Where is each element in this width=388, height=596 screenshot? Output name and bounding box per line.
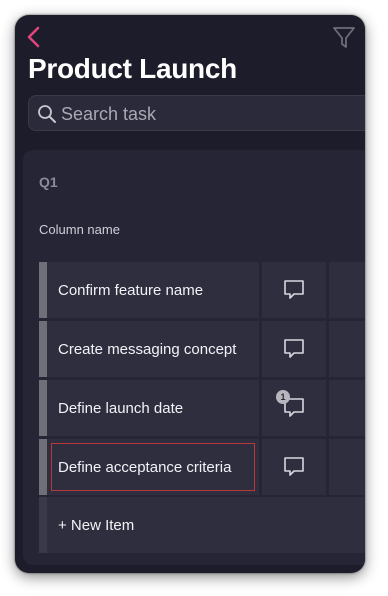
page-title: Product Launch xyxy=(28,53,237,84)
row-extra-cell[interactable] xyxy=(329,321,365,377)
search-input[interactable] xyxy=(59,102,363,126)
filter-button[interactable] xyxy=(331,25,357,51)
column-header: Column name xyxy=(39,222,120,237)
table-row: Confirm feature name xyxy=(39,262,365,318)
row-status-bar xyxy=(39,321,47,377)
search-icon xyxy=(38,105,56,123)
comment-icon xyxy=(284,339,304,358)
phone-screen: Product Launch Q1 Column name Confirm fe… xyxy=(15,15,365,573)
comment-icon xyxy=(284,280,304,299)
table-row: Define acceptance criteria xyxy=(39,439,365,495)
new-item-row: + New Item xyxy=(39,497,365,553)
comment-icon xyxy=(284,457,304,476)
comment-count-badge: 1 xyxy=(276,390,290,404)
task-cell[interactable]: Confirm feature name xyxy=(47,262,259,318)
table-row: Create messaging concept xyxy=(39,321,365,377)
row-status-bar xyxy=(39,380,47,436)
task-cell-selected[interactable]: Define acceptance criteria xyxy=(47,439,259,495)
group-label: Q1 xyxy=(39,174,58,190)
task-cell[interactable]: Define launch date xyxy=(47,380,259,436)
comment-button[interactable]: 1 xyxy=(262,380,326,436)
task-cell[interactable]: Create messaging concept xyxy=(47,321,259,377)
chevron-left-icon xyxy=(27,26,40,48)
comment-button[interactable] xyxy=(262,439,326,495)
back-button[interactable] xyxy=(23,25,47,51)
comment-button[interactable] xyxy=(262,321,326,377)
search-bar[interactable] xyxy=(28,95,365,131)
new-item-button[interactable]: + New Item xyxy=(47,497,365,553)
row-status-bar xyxy=(39,497,47,553)
comment-button[interactable] xyxy=(262,262,326,318)
board-panel: Q1 Column name Confirm feature name Crea… xyxy=(23,150,365,565)
table-row: Define launch date 1 xyxy=(39,380,365,436)
filter-icon xyxy=(333,27,355,48)
row-status-bar xyxy=(39,262,47,318)
row-extra-cell[interactable] xyxy=(329,439,365,495)
row-extra-cell[interactable] xyxy=(329,262,365,318)
row-extra-cell[interactable] xyxy=(329,380,365,436)
row-status-bar xyxy=(39,439,47,495)
